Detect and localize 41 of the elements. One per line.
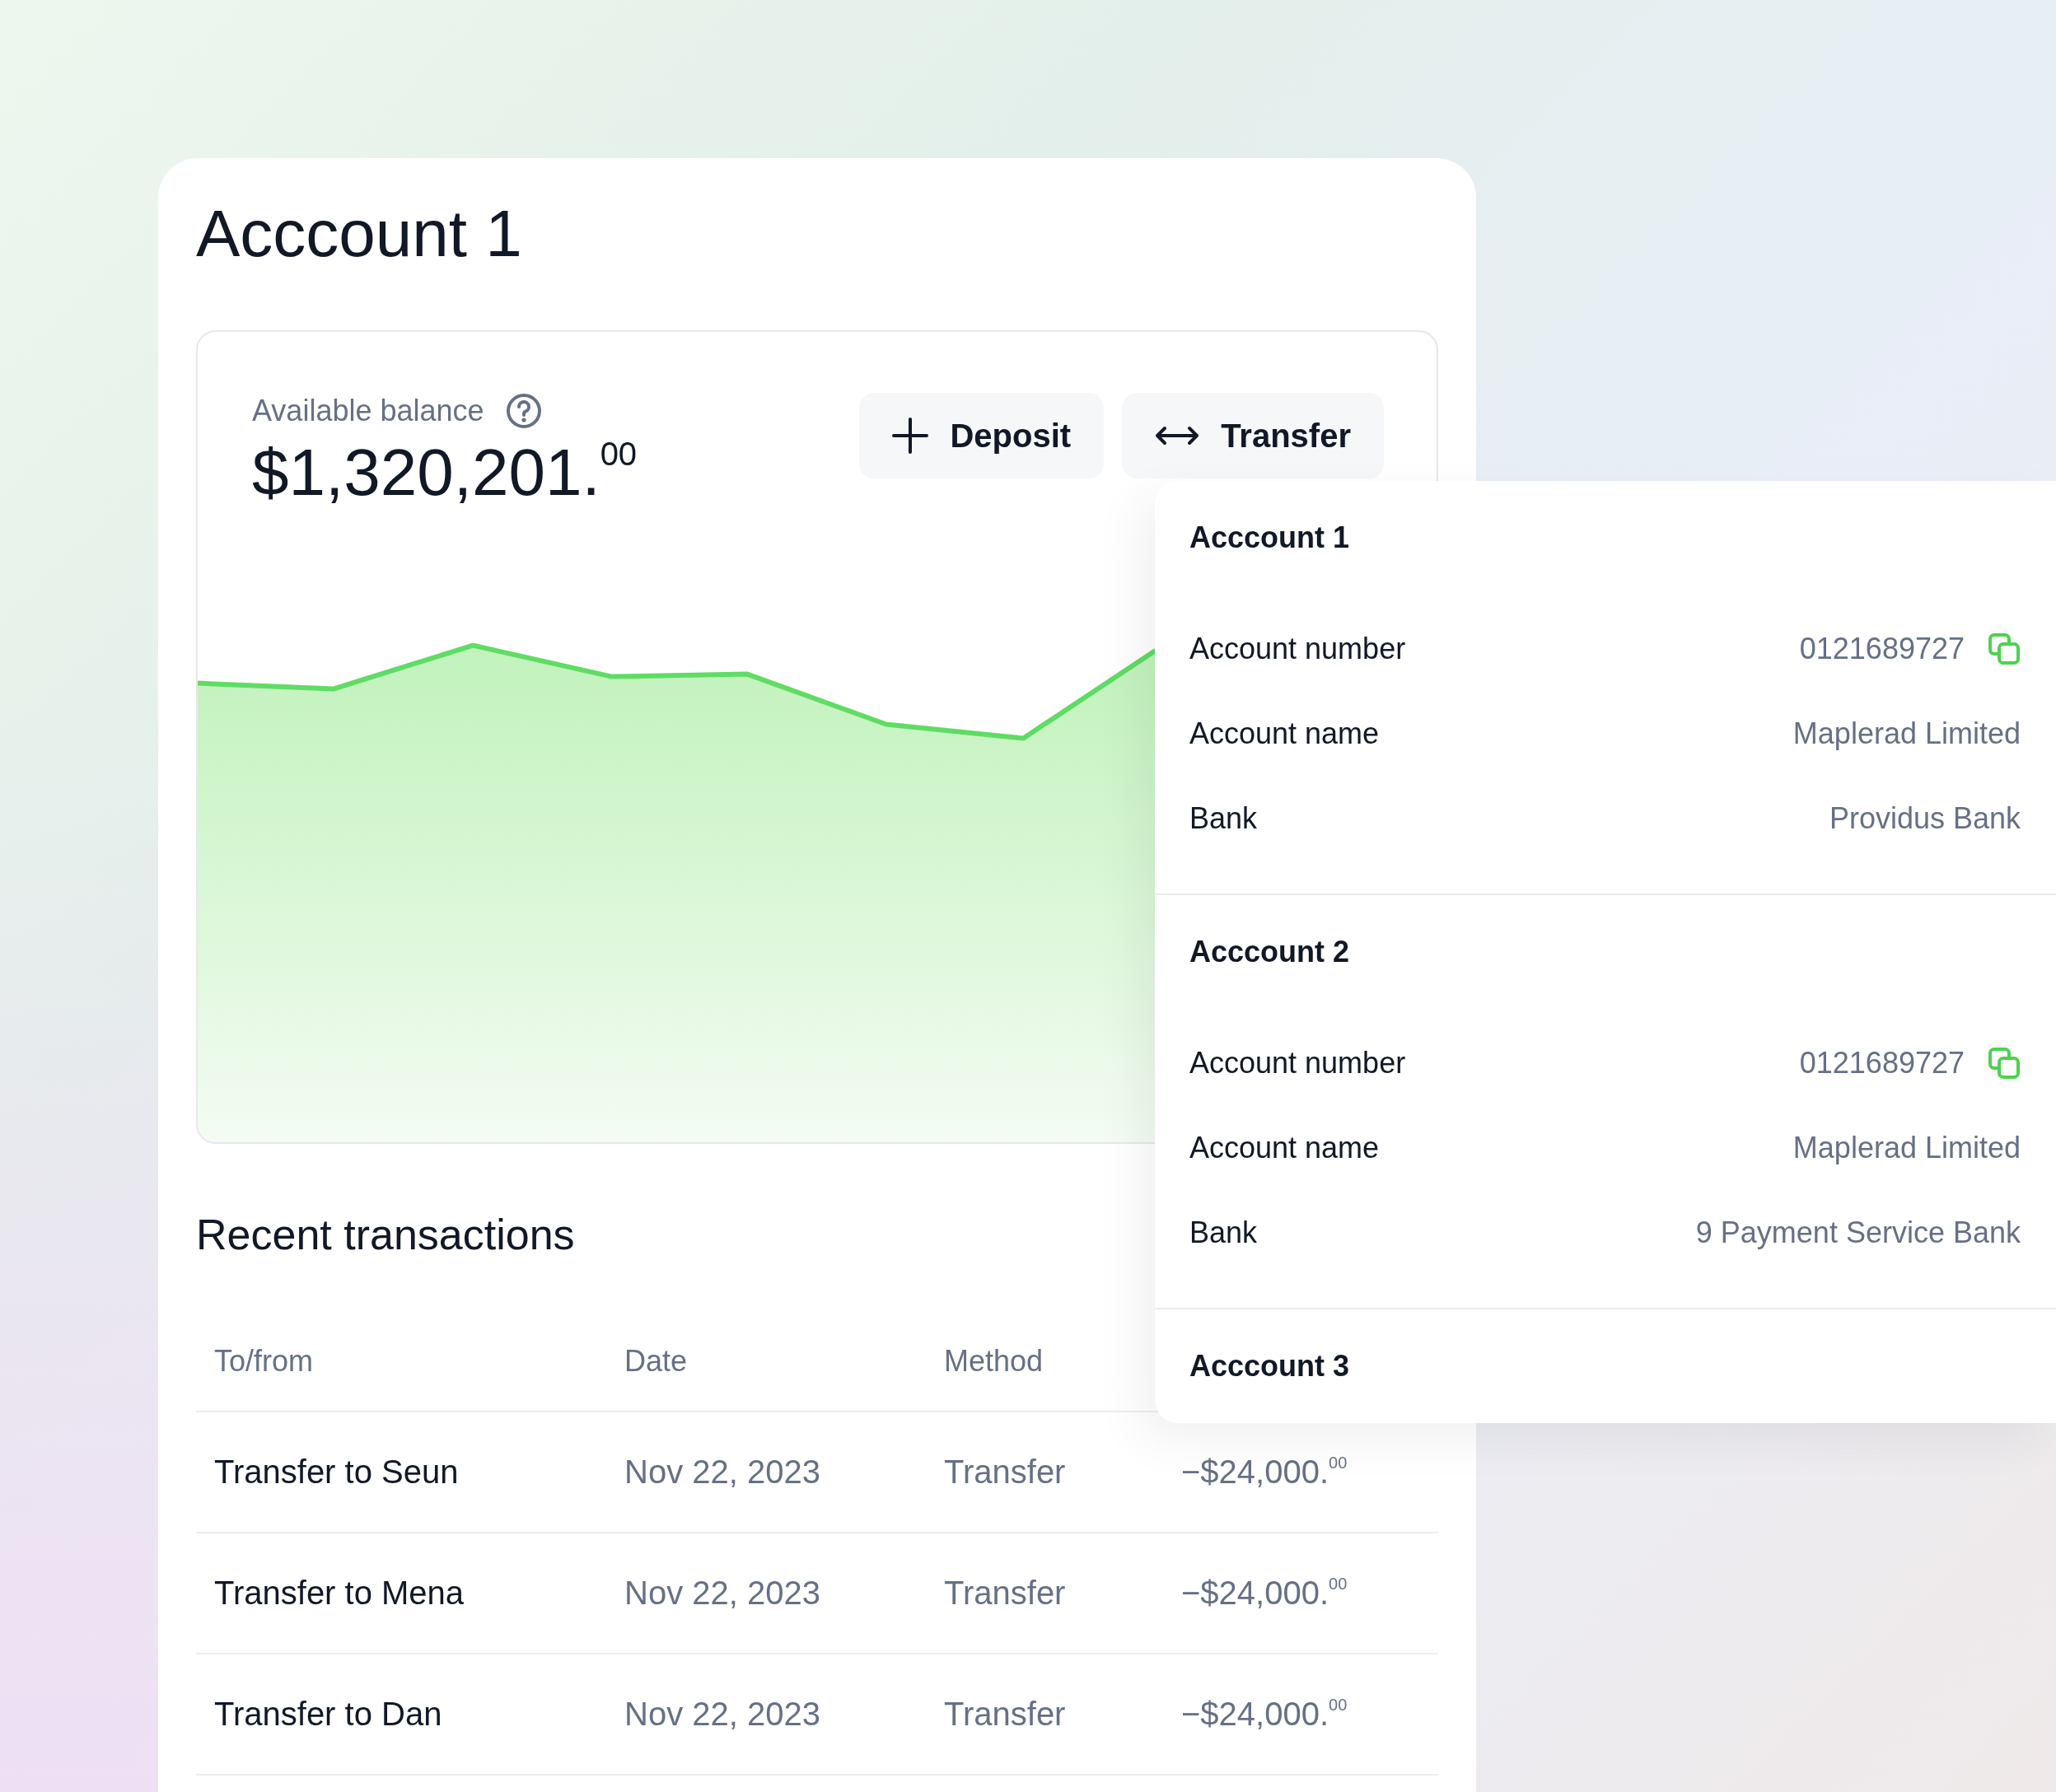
detail-label: Account number: [1189, 1045, 1406, 1080]
detail-label: Bank: [1189, 1215, 1258, 1250]
column-header: To/from: [214, 1344, 314, 1378]
detail-value: 9 Payment Service Bank: [1695, 1215, 2021, 1250]
detail-value: 0121689727: [1799, 631, 1965, 666]
table-cell: −$24,000.$^{00}$: [1181, 1696, 1348, 1732]
table-cell: Nov 22, 2023: [624, 1454, 820, 1490]
detail-label: Account number: [1189, 631, 1406, 666]
table-cell: Transfer to Seun: [214, 1454, 459, 1490]
table-cell: Transfer: [944, 1696, 1066, 1732]
transfer-button[interactable]: Transfer: [1122, 393, 1384, 478]
detail-value: Providus Bank: [1829, 800, 2021, 836]
table-cell: Nov 22, 2023: [624, 1575, 820, 1611]
account-title[interactable]: Acccount 3: [1189, 1349, 1350, 1384]
page-title: Acccount 1: [196, 196, 522, 272]
account-title[interactable]: Acccount 1: [1189, 520, 1350, 555]
detail-label: Bank: [1189, 800, 1258, 836]
table-cell: Transfer: [944, 1575, 1066, 1611]
column-header: Method: [944, 1344, 1044, 1378]
detail-value: Maplerad Limited: [1792, 716, 2021, 751]
copy-icon[interactable]: [1988, 1046, 2021, 1080]
balance-label: Available balance: [252, 394, 484, 428]
copy-icon[interactable]: [1988, 632, 2021, 665]
account-title[interactable]: Acccount 2: [1189, 935, 1350, 969]
help-icon[interactable]: [505, 393, 542, 429]
table-cell: −$24,000.$^{00}$: [1181, 1575, 1348, 1611]
detail-label: Account name: [1189, 1130, 1380, 1165]
column-header: Date: [624, 1344, 688, 1378]
double-arrow-icon: [1155, 424, 1200, 447]
detail-label: Account name: [1189, 716, 1380, 751]
detail-value: Maplerad Limited: [1792, 1130, 2021, 1165]
detail-value: 0121689727: [1799, 1045, 1965, 1080]
table-cell: −$24,000.$^{00}$: [1181, 1454, 1348, 1490]
table-cell: Transfer to Dan: [214, 1696, 442, 1732]
table-cell: Transfer to Mena: [214, 1575, 465, 1611]
table-cell: Transfer: [944, 1454, 1066, 1490]
balance-amount: $1,320,201.$^{00}$: [252, 436, 638, 509]
section-title: Recent transactions: [196, 1210, 575, 1259]
table-cell: Nov 22, 2023: [624, 1696, 820, 1732]
plus-icon: [892, 418, 929, 454]
deposit-button[interactable]: Deposit: [859, 393, 1105, 478]
